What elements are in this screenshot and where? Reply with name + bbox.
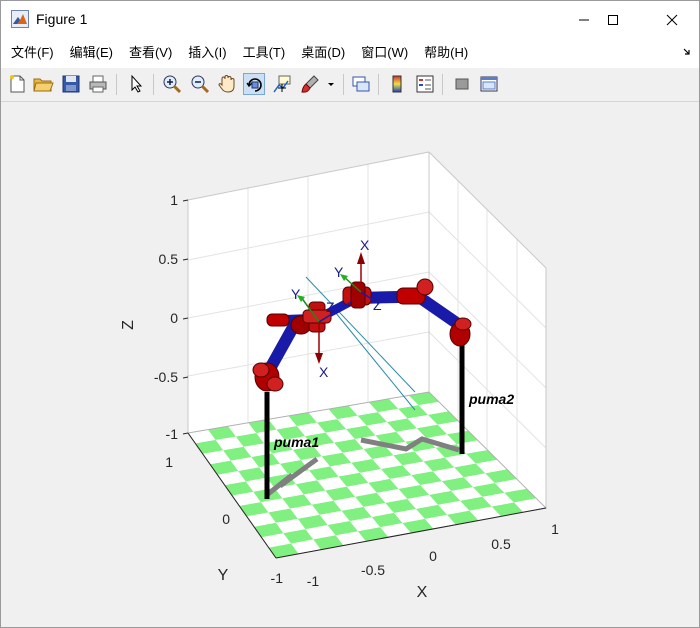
x-tick-label: -1 [307, 573, 320, 589]
print-icon [89, 75, 107, 93]
menu-edit[interactable]: 编辑(E) [62, 38, 121, 68]
link-plot-icon [352, 76, 370, 92]
print-button[interactable] [87, 73, 109, 95]
zoom-in-button[interactable] [161, 73, 183, 95]
menu-window[interactable]: 窗口(W) [353, 38, 416, 68]
matlab-app-icon [11, 10, 29, 28]
dock-arrow-icon[interactable] [683, 47, 693, 57]
hide-plot-tools-icon [455, 78, 469, 90]
insert-colorbar-button[interactable] [386, 73, 408, 95]
z-tick-label: -1 [166, 426, 179, 442]
pan-hand-icon [218, 74, 235, 93]
z-tick-label: 0 [170, 310, 178, 326]
toolbar-separator [378, 74, 379, 95]
frame1-y-label: Y [291, 286, 301, 302]
y-tick-label: -1 [271, 570, 284, 586]
maximize-button[interactable] [590, 1, 636, 38]
new-figure-icon [10, 75, 25, 93]
show-plot-tools-icon [480, 76, 498, 92]
close-icon [666, 14, 678, 25]
zoom-out-icon [191, 75, 210, 94]
open-file-button[interactable] [32, 73, 54, 95]
hide-plot-tools-button[interactable] [451, 73, 473, 95]
z-axis: 1 0.5 0 -0.5 -1 Z [120, 192, 189, 442]
maximize-icon [608, 14, 618, 25]
edit-plot-arrow-icon [131, 74, 143, 93]
menu-file[interactable]: 文件(F) [3, 38, 62, 68]
figure-canvas[interactable]: X Y Z X Y Z puma1 puma2 1 0.5 0 -0.5 -1 … [1, 102, 699, 628]
frame1-x-label: X [319, 364, 329, 380]
link-plot-button[interactable] [350, 73, 372, 95]
open-file-icon [33, 78, 54, 92]
close-button[interactable] [649, 1, 695, 38]
rotate-3d-icon [246, 78, 262, 92]
z-axis-label: Z [120, 320, 137, 330]
puma2-label: puma2 [468, 391, 514, 407]
frame2-x-label: X [360, 237, 370, 253]
save-button[interactable] [60, 73, 82, 95]
toolbar-separator [116, 74, 117, 95]
toolbar-separator [442, 74, 443, 95]
zoom-out-button[interactable] [189, 73, 211, 95]
y-tick-label: 1 [165, 454, 173, 470]
menu-bar: 文件(F) 编辑(E) 查看(V) 插入(I) 工具(T) 桌面(D) 窗口(W… [1, 38, 699, 68]
axes-3d[interactable]: X Y Z X Y Z puma1 puma2 1 0.5 0 -0.5 -1 … [1, 102, 699, 628]
toolbar-separator [153, 74, 154, 95]
x-tick-label: -0.5 [361, 562, 385, 578]
frame2-z-label: Z [373, 297, 382, 313]
figure-toolbar [1, 68, 699, 102]
insert-legend-button[interactable] [414, 73, 436, 95]
frame1-z-label: Z [326, 299, 335, 315]
x-axis-label: X [417, 584, 428, 601]
menu-desktop[interactable]: 桌面(D) [293, 38, 353, 68]
data-cursor-button[interactable] [271, 73, 293, 95]
x-tick-label: 1 [551, 521, 559, 537]
title-bar: Figure 1 [1, 1, 699, 38]
menu-tools[interactable]: 工具(T) [235, 38, 294, 68]
puma1-label: puma1 [273, 434, 319, 450]
z-tick-label: 0.5 [159, 251, 179, 267]
show-plot-tools-button[interactable] [478, 73, 500, 95]
menu-help[interactable]: 帮助(H) [416, 38, 476, 68]
data-cursor-icon [273, 75, 291, 93]
z-tick-label: 1 [170, 192, 178, 208]
brush-dropdown-button[interactable] [324, 73, 338, 95]
toolbar-separator [343, 74, 344, 95]
brush-icon [301, 75, 319, 93]
new-figure-button[interactable] [6, 73, 28, 95]
brush-button[interactable] [299, 73, 321, 95]
colorbar-icon [392, 75, 402, 93]
rotate-3d-button[interactable] [243, 73, 265, 95]
save-icon [62, 75, 80, 93]
x-tick-label: 0 [429, 548, 437, 564]
pan-button[interactable] [216, 73, 238, 95]
menu-insert[interactable]: 插入(I) [180, 38, 234, 68]
legend-icon [416, 75, 434, 93]
minimize-icon [579, 19, 589, 20]
x-tick-label: 0.5 [491, 536, 511, 552]
menu-view[interactable]: 查看(V) [121, 38, 180, 68]
y-tick-label: 0 [222, 511, 230, 527]
window-title: Figure 1 [36, 11, 88, 27]
y-axis-label: Y [218, 567, 229, 584]
chevron-down-icon [328, 83, 334, 86]
edit-plot-button[interactable] [125, 73, 147, 95]
zoom-in-icon [163, 75, 182, 94]
frame2-y-label: Y [334, 264, 344, 280]
figure-window: Figure 1 文件(F) 编辑(E) 查看(V) 插入(I) 工具(T) 桌… [0, 0, 700, 628]
z-tick-label: -0.5 [154, 369, 178, 385]
